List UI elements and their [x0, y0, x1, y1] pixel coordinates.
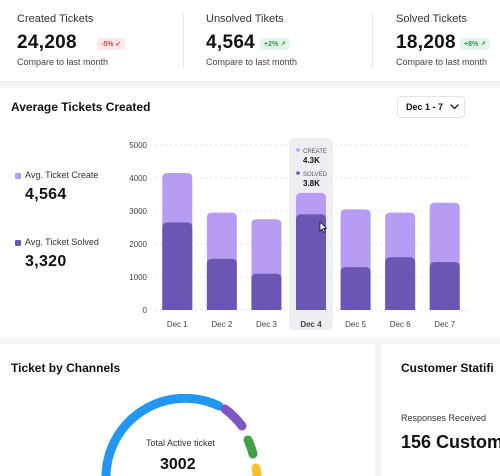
- stat-value: 18,208: [396, 32, 456, 53]
- customer-title: Customer Statifi: [401, 361, 494, 375]
- y-tick-label: 2000: [129, 240, 147, 249]
- legend-value: 3,320: [25, 253, 67, 270]
- customer-satisfaction-panel: Customer Statifi Responses Received 156 …: [381, 344, 500, 476]
- tooltip-dot-create: [296, 148, 300, 152]
- tooltip-create-value: 4.3K: [303, 156, 320, 165]
- stat-value: 24,208: [17, 32, 77, 53]
- stat-label: Solved Tickets: [396, 13, 467, 25]
- y-tick-label: 4000: [129, 174, 147, 183]
- y-tick-label: 1000: [129, 273, 147, 282]
- tooltip-create-label: CREATE: [303, 149, 327, 155]
- channels-title: Ticket by Channels: [11, 361, 121, 375]
- stat-solved-tickets: Solved Tickets 18,208 +8% ↗ Compare to l…: [396, 0, 500, 82]
- chevron-down-icon: [450, 104, 459, 110]
- y-tick-label: 0: [143, 306, 148, 315]
- tooltip-solved-label: SOLVED: [303, 172, 328, 178]
- x-tick-label: Dec 1: [167, 320, 188, 329]
- date-range-value: Dec 1 - 7: [406, 102, 444, 112]
- total-active-label: Total Active ticket: [146, 438, 216, 448]
- trend-badge: -5% ↙: [97, 38, 126, 50]
- legend-label: Avg. Ticket Solved: [25, 237, 99, 247]
- x-tick-label: Dec 5: [345, 320, 366, 329]
- responses-value: 156 Custome: [401, 432, 500, 452]
- x-tick-label: Dec 3: [256, 320, 277, 329]
- total-active-value: 3002: [160, 456, 196, 473]
- stat-compare: Compare to last month: [17, 57, 109, 67]
- stat-compare: Compare to last month: [206, 57, 298, 67]
- legend-swatch: [15, 173, 21, 179]
- stat-unsolved-tickets: Unsolved Tikets 4,564 +2% ↗ Compare to l…: [206, 0, 366, 82]
- legend-label: Avg. Ticket Create: [25, 170, 99, 180]
- legend-value: 4,564: [25, 186, 67, 203]
- donut-segment-purple[interactable]: [220, 404, 247, 431]
- stat-label: Created Tickets: [17, 13, 94, 25]
- trend-badge: +2% ↗: [260, 38, 291, 50]
- stats-row: Created Tickets 24,208 -5% ↙ Compare to …: [0, 0, 500, 82]
- x-tick-label: Dec 2: [211, 320, 232, 329]
- donut-segment-green[interactable]: [243, 435, 258, 459]
- ticket-channels-panel: Ticket by Channels Total Active ticket 3…: [0, 344, 375, 476]
- x-tick-label: Dec 7: [434, 320, 455, 329]
- divider: [372, 14, 373, 68]
- tooltip-solved-value: 3.8K: [303, 179, 320, 188]
- y-tick-label: 3000: [129, 207, 147, 216]
- chart-title: Average Tickets Created: [11, 100, 151, 114]
- bar-solved[interactable]: [340, 267, 371, 310]
- average-tickets-panel: Average Tickets Created Dec 1 - 7 Avg. T…: [0, 88, 500, 338]
- y-tick-label: 5000: [129, 141, 147, 150]
- stat-created-tickets: Created Tickets 24,208 -5% ↙ Compare to …: [17, 0, 177, 82]
- stat-value: 4,564: [206, 32, 256, 53]
- bar-solved[interactable]: [429, 262, 460, 310]
- trend-badge: +8% ↗: [460, 38, 491, 50]
- responses-label: Responses Received: [401, 413, 487, 423]
- stat-compare: Compare to last month: [396, 57, 488, 67]
- divider: [183, 14, 184, 68]
- date-range-dropdown[interactable]: Dec 1 - 7: [397, 96, 465, 118]
- bar-solved[interactable]: [385, 257, 416, 310]
- tooltip-dot-solved: [296, 171, 300, 175]
- donut-segment-yellow[interactable]: [251, 463, 262, 476]
- bar-solved[interactable]: [251, 273, 282, 310]
- stat-label: Unsolved Tikets: [206, 13, 284, 25]
- bar-chart: 5000 4000 3000 2000 1000 0 Dec 1 Dec 2 Dec 3 Dec…: [129, 138, 467, 330]
- bar-solved[interactable]: [162, 222, 193, 310]
- x-tick-label: Dec 4: [300, 320, 322, 329]
- x-tick-label: Dec 6: [390, 320, 411, 329]
- legend-swatch: [15, 240, 21, 246]
- bar-solved[interactable]: [206, 258, 237, 310]
